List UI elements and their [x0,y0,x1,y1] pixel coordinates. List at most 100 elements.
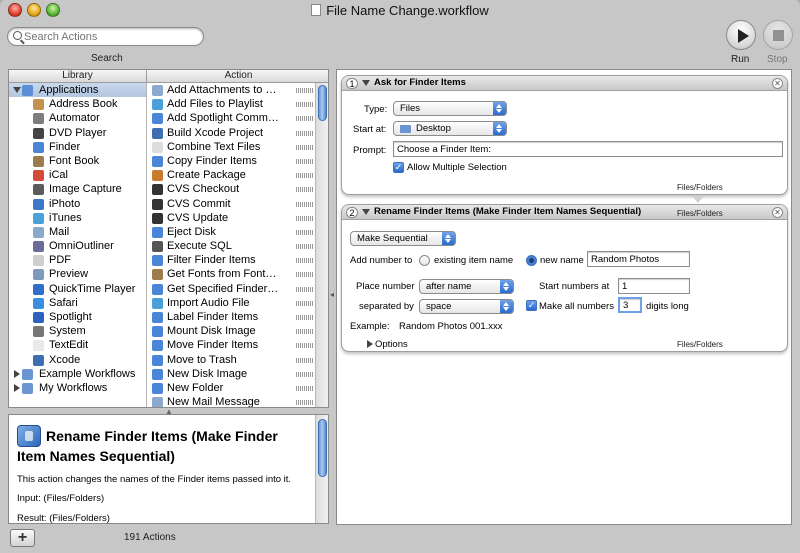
library-item[interactable]: My Workflows [9,381,146,395]
rename-mode-popup[interactable]: Make Sequential [350,231,456,246]
action-item[interactable]: Add Attachments to Front … [148,83,317,97]
library-item[interactable]: Font Book [9,154,146,168]
action-item[interactable]: Build Xcode Project [148,126,317,140]
drag-grip-icon[interactable] [296,215,314,221]
disclosure-triangle-icon[interactable] [362,209,370,215]
library-item[interactable]: Example Workflows [9,367,146,381]
start-numbers-input[interactable] [618,278,690,294]
action-item[interactable]: Label Finder Items [148,310,317,324]
drag-grip-icon[interactable] [296,102,314,108]
action-item[interactable]: New Folder [148,381,317,395]
action-item[interactable]: New Disk Image [148,367,317,381]
new-name-input[interactable] [587,251,690,267]
action-item[interactable]: Add Files to Playlist [148,97,317,111]
library-item[interactable]: Finder [9,140,146,154]
action-header[interactable]: 1 Ask for Finder Items ✕ [342,76,787,91]
place-number-popup[interactable]: after name [419,279,514,294]
start-at-popup[interactable]: Desktop [393,121,507,136]
action-list-scroll-thumb[interactable] [318,85,327,121]
library-item[interactable]: QuickTime Player [9,282,146,296]
action-item[interactable]: Get Specified Finder Items [148,282,317,296]
drag-grip-icon[interactable] [296,229,314,235]
library-item[interactable]: iCal [9,168,146,182]
drag-grip-icon[interactable] [296,315,314,320]
action-item[interactable]: Get Fonts from Font Files [148,267,317,281]
drag-grip-icon[interactable] [296,201,314,207]
library-item[interactable]: Applications [9,83,146,98]
drag-grip-icon[interactable] [296,357,314,363]
stop-button[interactable] [763,20,793,50]
library-item[interactable]: Spotlight [9,310,146,324]
drag-grip-icon[interactable] [296,385,314,391]
action-item[interactable]: Combine Text Files [148,140,317,154]
action-item[interactable]: New Mail Message [148,395,317,407]
search-input[interactable] [24,30,199,44]
library-column-header[interactable]: Library [9,70,147,83]
drag-grip-icon[interactable] [296,343,314,349]
drag-grip-icon[interactable] [296,130,314,136]
action-column-header[interactable]: Action [147,70,328,83]
action-header[interactable]: 2 Rename Finder Items (Make Finder Item … [342,205,787,220]
drag-grip-icon[interactable] [296,116,314,122]
drag-grip-icon[interactable] [296,400,314,406]
library-item[interactable]: Preview [9,267,146,281]
library-item[interactable]: Xcode [9,353,146,367]
action-item[interactable]: CVS Update [148,211,317,225]
disclosure-triangle-icon[interactable] [13,87,21,93]
library-item[interactable]: PDF [9,253,146,267]
type-popup[interactable]: Files [393,101,507,116]
library-item[interactable]: Image Capture [9,182,146,196]
pane-divider-icon[interactable]: ◂ [330,290,334,299]
drag-grip-icon[interactable] [296,258,314,264]
make-all-numbers-checkbox[interactable]: ✓ [526,300,537,311]
disclosure-triangle-icon[interactable] [14,369,20,378]
action-item[interactable]: CVS Commit [148,197,317,211]
library-item[interactable]: Address Book [9,97,146,111]
digit-count-input[interactable] [618,297,642,313]
action-item[interactable]: Mount Disk Image [148,324,317,338]
action-list-scrollbar[interactable] [315,83,328,407]
library-item[interactable]: Automator [9,111,146,125]
drag-grip-icon[interactable] [296,286,314,292]
drag-grip-icon[interactable] [296,88,314,93]
action-item[interactable]: Execute SQL [148,239,317,253]
drag-grip-icon[interactable] [296,300,314,306]
drag-grip-icon[interactable] [296,144,314,150]
library-item[interactable]: iPhoto [9,197,146,211]
close-action-icon[interactable]: ✕ [772,207,783,218]
prompt-input[interactable] [393,141,783,157]
description-scrollbar[interactable] [315,415,328,523]
search-field[interactable] [7,27,204,46]
run-button[interactable] [726,20,756,50]
drag-grip-icon[interactable] [296,329,314,335]
close-action-icon[interactable]: ✕ [772,78,783,89]
separated-by-popup[interactable]: space [419,299,514,314]
action-item[interactable]: Move to Trash [148,353,317,367]
existing-name-radio[interactable] [419,255,430,266]
disclosure-triangle-icon[interactable] [14,383,20,392]
action-item[interactable]: Import Audio File [148,296,317,310]
library-item[interactable]: Mail [9,225,146,239]
options-disclosure-icon[interactable] [367,340,373,348]
drag-grip-icon[interactable] [296,173,314,179]
disclosure-triangle-icon[interactable] [362,80,370,86]
action-item[interactable]: Move Finder Items [148,338,317,352]
library-item[interactable]: OmniOutliner [9,239,146,253]
library-item[interactable]: TextEdit [9,338,146,352]
drag-grip-icon[interactable] [296,244,314,250]
action-item[interactable]: Eject Disk [148,225,317,239]
library-item[interactable]: iTunes [9,211,146,225]
drag-grip-icon[interactable] [296,158,314,164]
library-item[interactable]: System [9,324,146,338]
library-item[interactable]: Safari [9,296,146,310]
description-scroll-thumb[interactable] [318,419,327,477]
drag-grip-icon[interactable] [296,371,314,377]
options-label[interactable]: Options [375,339,408,350]
action-item[interactable]: Create Package [148,168,317,182]
action-item[interactable]: CVS Checkout [148,182,317,196]
library-item[interactable]: DVD Player [9,126,146,140]
action-item[interactable]: Filter Finder Items [148,253,317,267]
drag-grip-icon[interactable] [296,272,314,278]
drag-grip-icon[interactable] [296,187,314,193]
add-button[interactable]: + [10,529,35,547]
